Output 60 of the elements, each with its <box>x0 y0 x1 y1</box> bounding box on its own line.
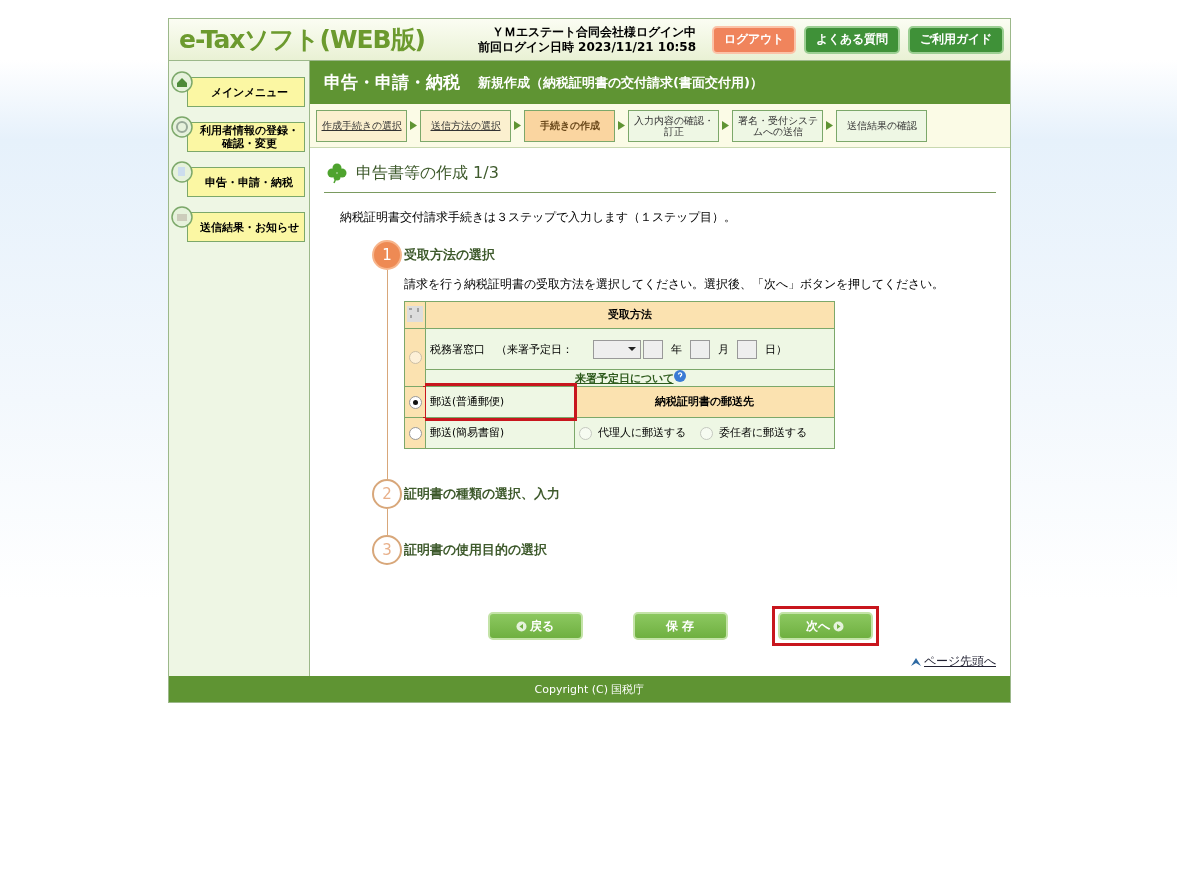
radio-button[interactable] <box>408 395 422 409</box>
step-arrow-icon <box>722 121 729 130</box>
copyright-text: Copyright (C) 国税庁 <box>169 676 1010 702</box>
intro-text: 納税証明書交付請求手続きは３ステップで入力します（１ステップ目）。 <box>340 209 737 226</box>
step-title: 証明書の種類の選択、入力 <box>404 485 561 503</box>
header-button[interactable]: よくある質問 <box>804 25 900 54</box>
radio-button[interactable] <box>408 351 422 365</box>
sidebar-item[interactable]: 申告・申請・納税 <box>187 167 305 197</box>
option-label: 税務署窓口 <box>430 342 485 354</box>
step-title: 受取方法の選択 <box>404 246 496 264</box>
page-subtitle: 新規作成（納税証明書の交付請求(書面交付用)） <box>478 73 763 92</box>
instruction-text: 請求を行う納税証明書の受取方法を選択してください。選択後、「次へ」ボタンを押してください。 <box>404 276 945 293</box>
step-arrow-icon <box>514 121 521 130</box>
page-top-link[interactable]: ページ先頭へ <box>924 653 996 670</box>
input-field[interactable] <box>643 339 663 359</box>
radio-button[interactable] <box>700 426 713 440</box>
step-item[interactable]: 送信結果の確認 <box>836 109 927 142</box>
radio-button[interactable] <box>408 426 422 440</box>
resize-handle-icon <box>407 306 423 322</box>
input-field[interactable] <box>737 339 757 359</box>
section-title: 申告書等の作成 1/3 <box>356 162 499 184</box>
step-arrow-icon <box>618 121 625 130</box>
step-arrow-icon <box>410 121 417 130</box>
date-label: （来署予定日： <box>496 342 573 354</box>
step-item[interactable]: 署名・受付システムへの送信 <box>732 109 823 142</box>
option-label: 郵送(普通郵便) <box>426 386 574 418</box>
step-item[interactable]: 作成手続きの選択 <box>316 109 407 142</box>
sidebar-item[interactable]: メインメニュー <box>187 77 305 107</box>
radio-button[interactable] <box>579 426 592 440</box>
step-number: 3 <box>372 535 402 565</box>
column-header: 納税証明書の郵送先 <box>574 386 835 418</box>
page-title: 申告・申請・納税 <box>324 71 460 94</box>
login-status: ＹＭエステート合同会社様ログイン中 <box>491 24 696 40</box>
input-field[interactable] <box>690 339 710 359</box>
dropdown[interactable] <box>593 339 641 359</box>
option-label: 郵送(簡易書留) <box>429 425 506 440</box>
header-button[interactable]: ご利用ガイド <box>908 25 1004 54</box>
up-arrow-icon <box>910 656 922 667</box>
sidebar-item[interactable]: 利用者情報の登録・確認・変更 <box>187 122 305 152</box>
option-label: 代理人に郵送する <box>598 426 686 440</box>
step-arrow-icon <box>826 121 833 130</box>
step-item[interactable]: 送信方法の選択 <box>420 109 511 142</box>
last-login-time: 2023/11/21 10:58 <box>578 39 696 54</box>
dropdown-caret-icon <box>628 347 636 351</box>
info-link[interactable]: 来署予定日について <box>574 372 674 384</box>
unit-label: 月 <box>718 342 729 354</box>
step-number: 2 <box>372 479 402 509</box>
unit-label: 日） <box>765 342 787 354</box>
option-label: 委任者に郵送する <box>719 426 807 440</box>
step-title: 証明書の使用目的の選択 <box>404 541 548 559</box>
clover-icon <box>326 162 348 184</box>
step-item[interactable]: 入力内容の確認・訂正 <box>628 109 719 142</box>
step-number: 1 <box>372 240 402 270</box>
unit-label: 年 <box>671 342 682 354</box>
help-icon[interactable] <box>673 370 686 382</box>
sidebar-item[interactable]: 送信結果・お知らせ <box>187 212 305 242</box>
step-item[interactable]: 手続きの作成 <box>524 109 615 142</box>
last-login-label: 前回ログイン日時 <box>477 39 574 54</box>
column-header: 受取方法 <box>425 301 835 329</box>
logo: e-Taxソフト(WEB版) <box>179 24 427 56</box>
